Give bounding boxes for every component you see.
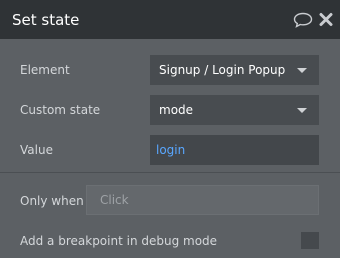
value-label: Value [20, 143, 53, 157]
chevron-down-icon [297, 68, 307, 73]
element-dropdown[interactable]: Signup / Login Popup [150, 55, 319, 85]
custom-state-dropdown-value: mode [159, 103, 194, 117]
speech-bubble-icon[interactable] [293, 12, 313, 28]
close-icon[interactable] [319, 12, 333, 27]
chevron-down-icon [297, 108, 307, 113]
value-field[interactable]: login [150, 135, 319, 165]
panel-header: Set state [0, 0, 340, 39]
only-when-field[interactable]: Click [86, 185, 319, 215]
panel-title: Set state [12, 11, 80, 29]
only-when-placeholder: Click [100, 193, 129, 207]
value-field-text: login [156, 143, 186, 157]
element-label: Element [20, 63, 70, 77]
set-state-panel: Set state Element Signup / Login Popup C… [0, 0, 340, 258]
element-dropdown-value: Signup / Login Popup [159, 63, 286, 77]
custom-state-dropdown[interactable]: mode [150, 95, 319, 125]
breakpoint-checkbox[interactable] [301, 232, 319, 249]
only-when-label: Only when [20, 194, 84, 208]
divider [0, 172, 340, 173]
custom-state-label: Custom state [20, 103, 101, 117]
breakpoint-label: Add a breakpoint in debug mode [20, 234, 218, 248]
